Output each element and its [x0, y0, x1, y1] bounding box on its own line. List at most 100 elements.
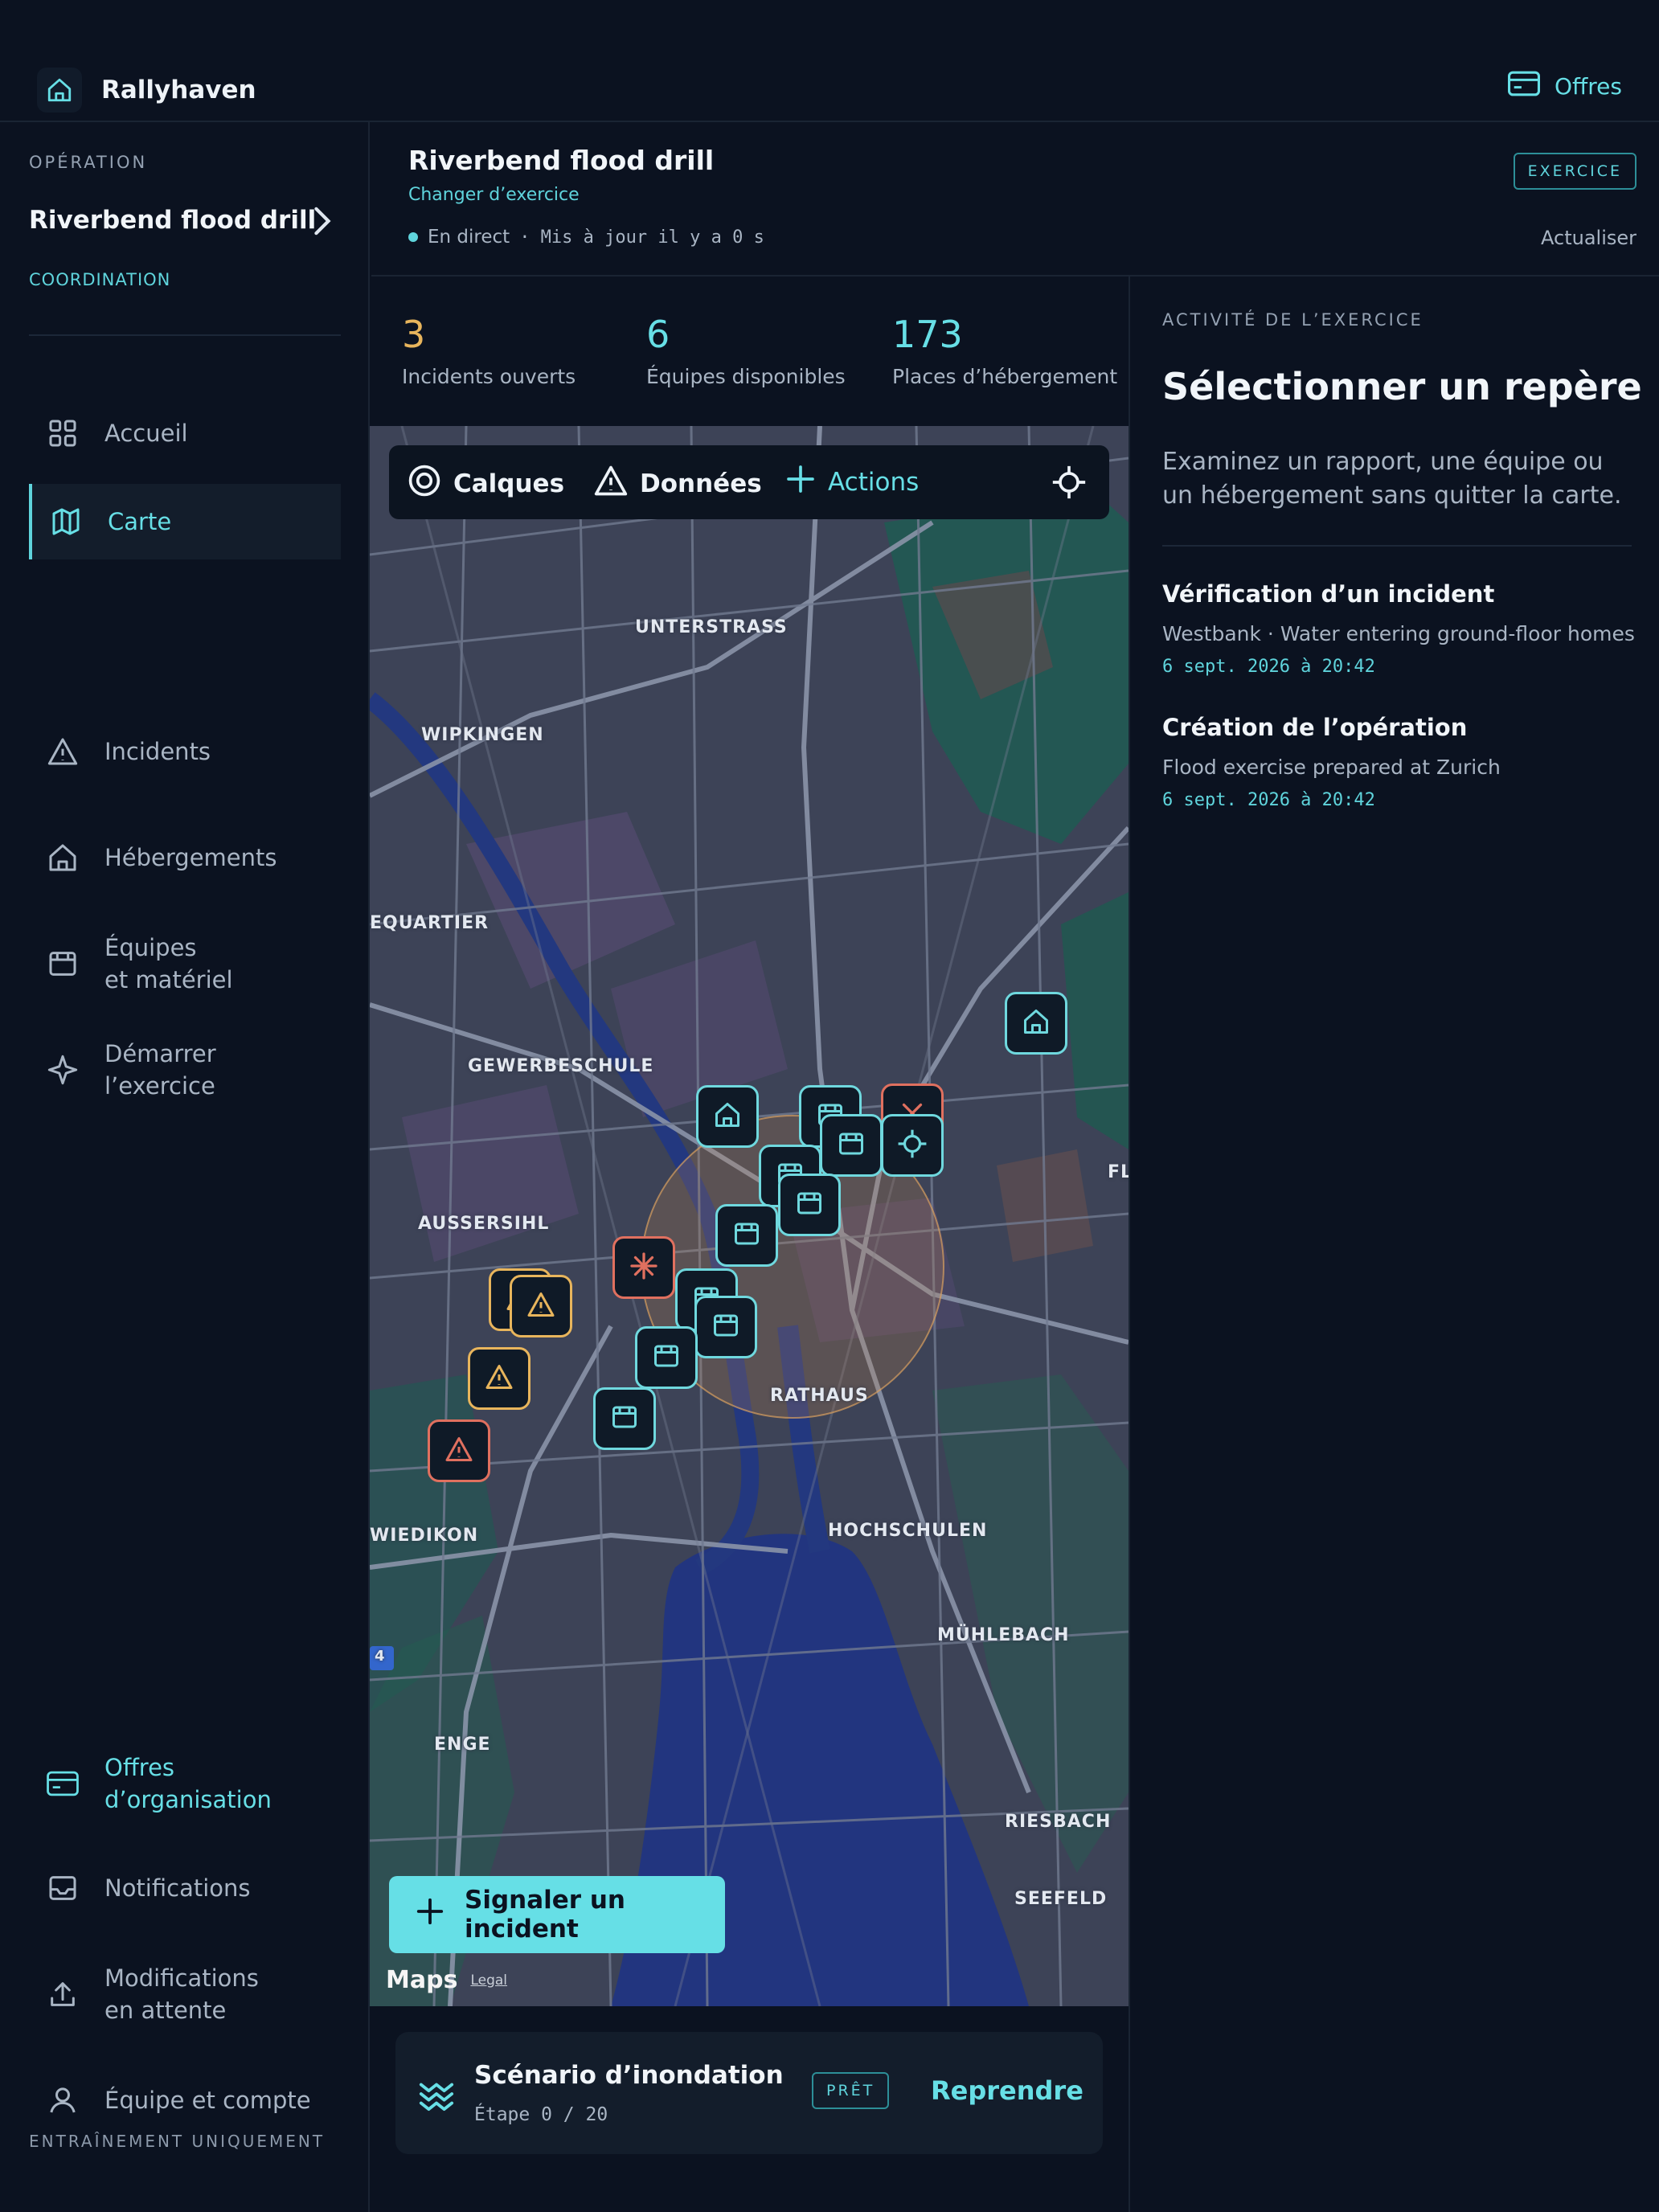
team-marker[interactable] [593, 1387, 656, 1450]
change-exercise-link[interactable]: Changer d’exercice [408, 185, 580, 205]
live-label: En direct [428, 227, 510, 248]
stat-value: 6 [646, 313, 670, 356]
sidebar-item-label: Démarrer [104, 1040, 216, 1067]
activity-detail: Westbank · Water entering ground-floor h… [1162, 622, 1635, 645]
incident-marker[interactable] [510, 1275, 572, 1337]
district-label: WIPKINGEN [421, 725, 544, 745]
actions-button[interactable]: Actions [784, 463, 919, 502]
sidebar-footer: ENTRAÎNEMENT UNIQUEMENT [29, 2132, 326, 2151]
operation-name[interactable]: Riverbend flood drill [29, 206, 316, 235]
sidebar-item-offres-organisation[interactable]: Offres d’organisation [29, 1746, 341, 1821]
team-marker[interactable] [694, 1296, 757, 1358]
sidebar-item-label: Offres [104, 1754, 175, 1781]
district-label: RIESBACH [1005, 1812, 1112, 1832]
resume-button[interactable]: Reprendre [931, 2075, 1083, 2106]
home-icon [1022, 1007, 1051, 1039]
warning-icon [593, 463, 629, 505]
map-view[interactable]: Calques Données Actions UNTERSTRASS WIPK… [370, 426, 1129, 2006]
equipment-icon [652, 1342, 681, 1374]
activity-timestamp: 6 sept. 2026 à 20:42 [1162, 657, 1375, 677]
sidebar-item-label: Accueil [104, 420, 188, 447]
shelter-marker[interactable] [696, 1085, 759, 1148]
shelter-marker[interactable] [1005, 992, 1067, 1055]
report-incident-button[interactable]: Signaler un incident [389, 1876, 725, 1953]
warning-icon [444, 1435, 473, 1467]
sidebar-item-hebergements[interactable]: Hébergements [29, 820, 341, 895]
page-title: Riverbend flood drill [408, 145, 715, 176]
activity-timestamp: 6 sept. 2026 à 20:42 [1162, 790, 1375, 810]
equipment-icon [45, 946, 80, 981]
activity-title: Vérification d’un incident [1162, 580, 1495, 608]
incident-marker[interactable] [612, 1236, 675, 1299]
sidebar-item-label: et matériel [104, 966, 233, 993]
team-marker[interactable] [635, 1326, 698, 1389]
sidebar-item-incidents[interactable]: Incidents [29, 714, 341, 789]
scenario-title: Scénario d’inondation [474, 2061, 784, 2090]
data-button[interactable]: Données [593, 463, 762, 505]
crosshair-icon [1051, 465, 1087, 506]
incident-marker[interactable] [468, 1347, 530, 1410]
sidebar-item-label: Incidents [104, 738, 211, 765]
plus-icon [784, 463, 817, 502]
chevron-right-icon[interactable] [310, 206, 334, 240]
map-icon [48, 504, 84, 539]
district-label: WIEDIKON [370, 1526, 479, 1546]
scenario-card: Scénario d’inondation Étape 0 / 20 PRÊT … [395, 2032, 1103, 2154]
sidebar-item-demarrer[interactable]: Démarrer l’exercice [29, 1032, 341, 1108]
activity-item[interactable]: Vérification d’un incident Westbank · Wa… [1162, 580, 1636, 677]
map-toolbar: Calques Données Actions [389, 445, 1109, 519]
offers-link[interactable]: Offres [1507, 71, 1622, 102]
team-marker[interactable] [820, 1114, 883, 1177]
team-marker[interactable] [778, 1174, 841, 1236]
report-incident-label: Signaler un incident [465, 1886, 626, 1944]
sidebar-item-accueil[interactable]: Accueil [29, 395, 341, 471]
warning-icon [485, 1362, 514, 1395]
sparkle-icon [45, 1052, 80, 1088]
layers-icon [407, 463, 442, 505]
sidebar-item-modifications[interactable]: Modifications en attente [29, 1956, 341, 2032]
locate-button[interactable] [1051, 465, 1087, 506]
live-status: En direct · Mis à jour il y a 0 s [408, 227, 764, 248]
operation-label: OPÉRATION [29, 153, 148, 172]
crosshair-icon [897, 1129, 928, 1162]
updated-text: · Mis à jour il y a 0 s [519, 227, 764, 248]
panel-divider [1162, 545, 1632, 547]
stat-available-teams[interactable]: 6 Équipes disponibles [646, 312, 846, 388]
district-label: FL [1108, 1162, 1129, 1182]
layers-button[interactable]: Calques [407, 463, 564, 505]
locate-marker[interactable] [881, 1114, 944, 1177]
x-icon [629, 1251, 658, 1284]
stat-value: 3 [402, 313, 426, 356]
activity-panel: ACTIVITÉ DE L’EXERCICE Sélectionner un r… [1129, 276, 1659, 2212]
legal-link[interactable]: Legal [470, 1972, 507, 1989]
refresh-button[interactable]: Actualiser [1541, 227, 1636, 249]
plus-icon [415, 1896, 445, 1933]
sidebar-item-label: l’exercice [104, 1072, 215, 1100]
sidebar-item-equipe-compte[interactable]: Équipe et compte [29, 2062, 341, 2138]
activity-title: Création de l’opération [1162, 714, 1468, 741]
panel-title: Sélectionner un repère [1162, 365, 1642, 408]
brand[interactable]: Rallyhaven [37, 68, 256, 113]
district-label: HOCHSCHULEN [828, 1521, 988, 1541]
stat-shelter-places[interactable]: 173 Places d’hébergement [892, 312, 1117, 388]
sidebar-item-notifications[interactable]: Notifications [29, 1850, 341, 1926]
offers-label: Offres [1554, 73, 1622, 100]
incident-marker[interactable] [428, 1419, 490, 1482]
district-label: EQUARTIER [370, 913, 490, 933]
home-icon [37, 68, 82, 113]
sidebar-item-label: Carte [108, 508, 172, 535]
sidebar-item-equipes[interactable]: Équipes et matériel [29, 926, 341, 1002]
sidebar-item-label: Modifications [104, 1964, 259, 1992]
sidebar-item-carte[interactable]: Carte [29, 484, 341, 559]
activity-item[interactable]: Création de l’opération Flood exercise p… [1162, 714, 1636, 810]
district-label: UNTERSTRASS [635, 617, 788, 637]
equipment-icon [837, 1129, 866, 1161]
inbox-icon [45, 1870, 80, 1906]
stat-open-incidents[interactable]: 3 Incidents ouverts [402, 312, 576, 388]
sidebar-item-label: d’organisation [104, 1786, 272, 1813]
team-marker[interactable] [715, 1204, 778, 1267]
home-icon [713, 1100, 742, 1133]
upload-icon [45, 1976, 80, 2012]
top-bar: Rallyhaven Offres [0, 0, 1659, 122]
district-label: GEWERBESCHULE [468, 1056, 654, 1076]
